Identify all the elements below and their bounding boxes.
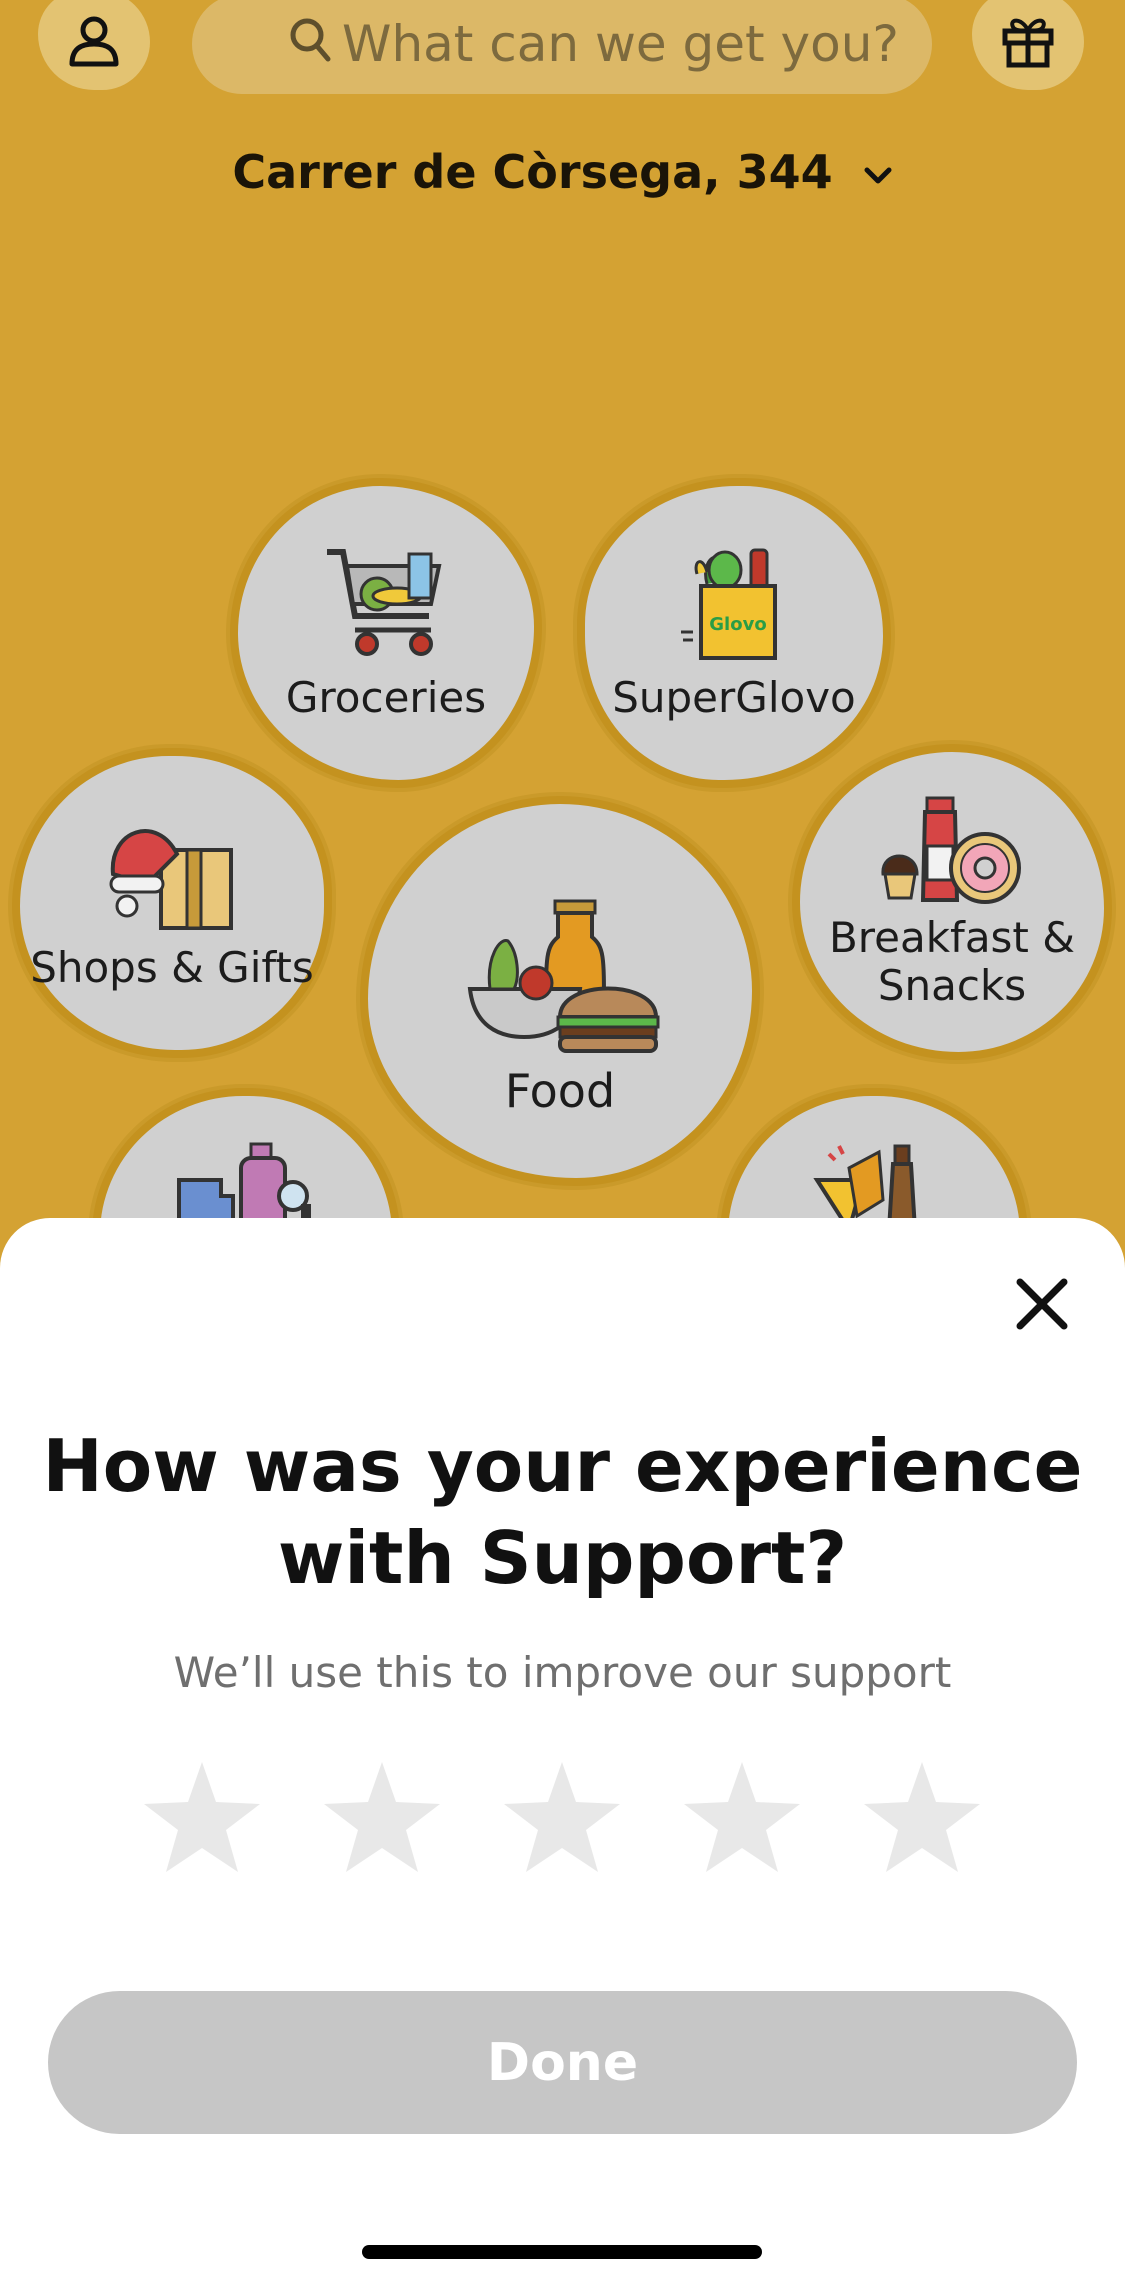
party-drinks-icon	[813, 1144, 918, 1230]
category-label: Shops & Gifts	[30, 943, 314, 992]
gift-icon	[1002, 18, 1054, 68]
gift-box-icon	[109, 829, 233, 930]
search-icon	[290, 18, 331, 62]
category-label: Breakfast & Snacks	[828, 913, 1076, 1010]
category-label: Groceries	[285, 673, 487, 722]
svg-text:Glovo: Glovo	[709, 614, 766, 635]
shopping-cart-icon	[327, 549, 442, 656]
search-placeholder: What can we get you?	[342, 15, 899, 73]
home-indicator[interactable]	[362, 2245, 762, 2259]
address-text: Carrer de Còrsega, 344	[232, 145, 833, 199]
search-bar[interactable]: What can we get you?	[192, 0, 932, 94]
category-food[interactable]: Food	[360, 796, 760, 1186]
question-line-2: with Support?	[277, 1516, 848, 1600]
close-button[interactable]	[1010, 1272, 1074, 1336]
superglovo-bag-icon: Glovo	[681, 548, 777, 660]
address-selector[interactable]: Carrer de Còrsega, 344	[0, 145, 1125, 199]
question-line-1: How was your experience	[42, 1424, 1083, 1508]
close-icon	[1016, 1278, 1068, 1330]
star-icon-4[interactable]	[680, 1758, 804, 1878]
rating-question: How was your experience with Support?	[0, 1420, 1125, 1604]
star-icon-3[interactable]	[500, 1758, 624, 1878]
star-rating[interactable]	[140, 1758, 990, 1878]
chevron-down-icon	[864, 167, 892, 183]
category-breakfast-snacks[interactable]: Breakfast & Snacks	[792, 744, 1112, 1060]
category-shops-gifts[interactable]: Shops & Gifts	[12, 748, 332, 1058]
done-button[interactable]: Done	[48, 1991, 1077, 2134]
donut-drink-icon	[881, 796, 1021, 904]
star-icon-1[interactable]	[140, 1758, 264, 1878]
category-superglovo[interactable]: Glovo SuperGlovo	[577, 478, 891, 788]
rating-subtitle: We’ll use this to improve our support	[173, 1648, 952, 1697]
category-label: Food	[504, 1064, 616, 1118]
category-label: SuperGlovo	[612, 673, 856, 722]
beauty-products-icon	[177, 1142, 311, 1230]
star-icon-5[interactable]	[860, 1758, 984, 1878]
star-icon-2[interactable]	[320, 1758, 444, 1878]
food-icon	[467, 899, 660, 1053]
user-icon	[69, 16, 119, 67]
